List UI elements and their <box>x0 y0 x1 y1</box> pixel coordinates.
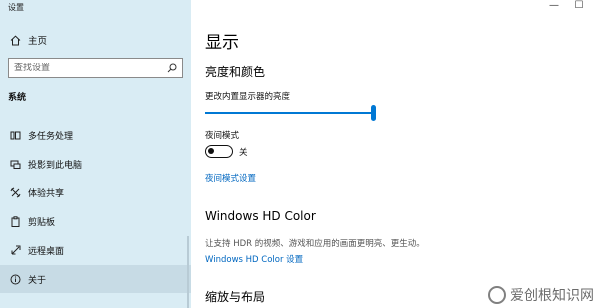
home-nav-item[interactable]: 主页 <box>8 31 47 49</box>
sidebar-item-shared-experiences[interactable]: 体验共享 <box>0 178 191 206</box>
search-input[interactable] <box>14 63 166 73</box>
sidebar-scrollbar[interactable] <box>187 236 189 308</box>
search-icon[interactable] <box>166 63 178 73</box>
app-title: 设置 <box>8 3 24 12</box>
watermark: 爱创根知识网 <box>488 285 594 305</box>
sidebar-item-about[interactable]: 关于 <box>0 265 191 293</box>
brightness-heading: 亮度和颜色 <box>205 65 266 79</box>
hdr-settings-link[interactable]: Windows HD Color 设置 <box>205 253 303 265</box>
hdr-description: 让支持 HDR 的视频、游戏和应用的画面更明亮、更生动。 <box>205 239 425 249</box>
sidebar-item-label: 远程桌面 <box>28 246 65 257</box>
clipboard-icon <box>8 215 22 227</box>
main-content: — ☐ 显示 亮度和颜色 更改内置显示器的亮度 夜间模式 关 夜间模式设置 Wi… <box>191 0 600 308</box>
sidebar: 设置 主页 系统 多任务处理 投影到此电脑 体验共享 剪贴板 <box>0 0 191 308</box>
home-icon <box>8 35 22 46</box>
multitasking-icon <box>8 130 22 141</box>
night-light-label: 夜间模式 <box>205 131 240 141</box>
night-light-row: 关 <box>205 145 248 158</box>
night-light-settings-link[interactable]: 夜间模式设置 <box>205 172 256 184</box>
watermark-text: 爱创根知识网 <box>510 288 594 304</box>
toggle-knob <box>208 148 214 154</box>
sidebar-item-label: 关于 <box>28 275 47 286</box>
sidebar-item-multitasking[interactable]: 多任务处理 <box>0 121 191 149</box>
watermark-logo-icon <box>488 286 506 304</box>
home-label: 主页 <box>28 36 48 47</box>
page-title: 显示 <box>205 33 239 53</box>
hdr-heading: Windows HD Color <box>205 209 316 223</box>
brightness-slider[interactable] <box>205 104 376 122</box>
sidebar-item-remote-desktop[interactable]: 远程桌面 <box>0 236 191 264</box>
scale-heading: 缩放与布局 <box>205 290 266 304</box>
slider-thumb[interactable] <box>371 105 376 121</box>
remote-desktop-icon <box>8 245 22 256</box>
search-box[interactable] <box>8 58 183 78</box>
maximize-button[interactable]: ☐ <box>572 0 586 11</box>
sidebar-item-label: 多任务处理 <box>28 131 74 142</box>
sidebar-item-project[interactable]: 投影到此电脑 <box>0 150 191 178</box>
sidebar-item-label: 剪贴板 <box>28 217 56 228</box>
sidebar-item-label: 投影到此电脑 <box>28 160 83 171</box>
sidebar-item-clipboard[interactable]: 剪贴板 <box>0 207 191 235</box>
section-label: 系统 <box>8 93 27 103</box>
night-light-state: 关 <box>239 147 248 158</box>
night-light-toggle[interactable] <box>205 145 233 158</box>
slider-track <box>205 112 375 114</box>
brightness-label: 更改内置显示器的亮度 <box>205 92 291 102</box>
info-icon <box>8 274 22 285</box>
shared-experiences-icon <box>8 187 22 198</box>
project-icon <box>8 159 22 170</box>
minimize-button[interactable]: — <box>547 0 561 11</box>
sidebar-item-label: 体验共享 <box>28 188 65 199</box>
